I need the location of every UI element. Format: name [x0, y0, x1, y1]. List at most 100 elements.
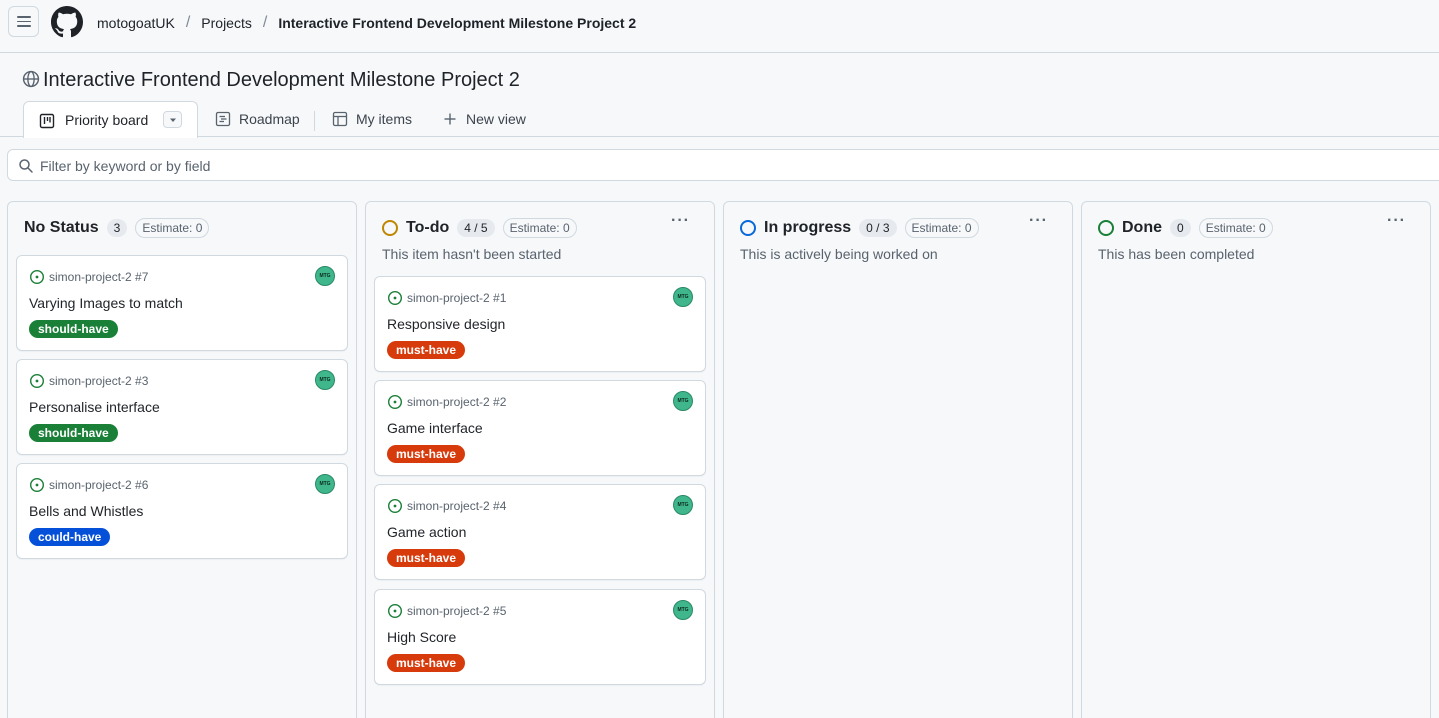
- table-icon: [332, 111, 348, 127]
- item-count-badge: 4 / 5: [457, 219, 495, 237]
- column-header: To-do 4 / 5 Estimate: 0: [382, 218, 577, 238]
- tab-new-view[interactable]: New view: [442, 111, 526, 127]
- column-description: This is actively being worked on: [740, 246, 938, 262]
- issue-title[interactable]: Bells and Whistles: [29, 503, 143, 519]
- globe-icon: [22, 70, 40, 88]
- issue-title[interactable]: Varying Images to match: [29, 295, 183, 311]
- breadcrumb-owner[interactable]: motogoatUK: [97, 15, 175, 31]
- column-in-progress: In progress 0 / 3 Estimate: 0 ··· This i…: [723, 201, 1073, 718]
- column-header: In progress 0 / 3 Estimate: 0: [740, 218, 979, 238]
- issue-card[interactable]: simon-project-2 #6 Bells and Whistles MT…: [16, 463, 348, 559]
- tab-divider: [314, 111, 315, 131]
- plus-icon: [444, 113, 456, 125]
- column-no-status: No Status 3 Estimate: 0 simon-project-2 …: [7, 201, 357, 718]
- label-must-have[interactable]: must-have: [387, 341, 466, 359]
- estimate-badge: Estimate: 0: [502, 218, 577, 238]
- issue-card[interactable]: simon-project-2 #7 Varying Images to mat…: [16, 255, 348, 351]
- issue-card[interactable]: simon-project-2 #5 High Score MTG must-h…: [374, 589, 706, 685]
- tab-my-items[interactable]: My items: [332, 111, 412, 127]
- breadcrumb-projects[interactable]: Projects: [201, 15, 252, 31]
- roadmap-icon: [215, 111, 231, 127]
- kebab-horizontal-icon: ···: [671, 212, 690, 229]
- hamburger-icon: [16, 16, 31, 18]
- avatar[interactable]: MTG: [673, 495, 693, 515]
- issue-card[interactable]: simon-project-2 #4 Game action MTG must-…: [374, 484, 706, 580]
- issue-open-icon: [387, 394, 403, 410]
- avatar[interactable]: MTG: [315, 266, 335, 286]
- label-should-have[interactable]: should-have: [29, 424, 118, 442]
- column-menu-button[interactable]: ···: [1387, 212, 1406, 230]
- tab-new-view-label: New view: [466, 111, 526, 127]
- status-circle-icon: [382, 220, 398, 236]
- github-logo-icon[interactable]: [51, 6, 83, 38]
- item-count-badge: 0 / 3: [859, 219, 897, 237]
- column-description: This has been completed: [1098, 246, 1255, 262]
- tab-roadmap[interactable]: Roadmap: [215, 111, 300, 127]
- estimate-badge: Estimate: 0: [904, 218, 979, 238]
- column-menu-button[interactable]: ···: [671, 212, 690, 230]
- filter-input[interactable]: [40, 156, 640, 176]
- label-must-have[interactable]: must-have: [387, 654, 466, 672]
- avatar[interactable]: MTG: [315, 474, 335, 494]
- column-menu-button[interactable]: ···: [1029, 212, 1048, 230]
- view-options-button[interactable]: [163, 111, 182, 128]
- search-icon: [19, 159, 33, 173]
- issue-reference[interactable]: simon-project-2 #4: [407, 499, 506, 513]
- issue-card[interactable]: simon-project-2 #3 Personalise interface…: [16, 359, 348, 455]
- estimate-badge: Estimate: 0: [1198, 218, 1273, 238]
- board-icon: [39, 113, 55, 129]
- label-could-have[interactable]: could-have: [29, 528, 111, 546]
- filter-bar: [7, 149, 1439, 181]
- triangle-down-icon: [169, 118, 176, 122]
- kebab-horizontal-icon: ···: [1387, 212, 1406, 229]
- column-done: Done 0 Estimate: 0 ··· This has been com…: [1081, 201, 1431, 718]
- column-title: To-do: [406, 219, 450, 236]
- issue-title[interactable]: Responsive design: [387, 316, 505, 332]
- issue-title[interactable]: Game interface: [387, 420, 483, 436]
- avatar[interactable]: MTG: [673, 287, 693, 307]
- tab-roadmap-label: Roadmap: [239, 111, 300, 127]
- issue-title[interactable]: Game action: [387, 524, 466, 540]
- item-count-badge: 3: [106, 219, 128, 237]
- issue-open-icon: [29, 269, 45, 285]
- menu-button[interactable]: [8, 6, 39, 37]
- status-circle-icon: [740, 220, 756, 236]
- page-title: Interactive Frontend Development Milesto…: [43, 69, 520, 91]
- issue-reference[interactable]: simon-project-2 #6: [49, 478, 148, 492]
- issue-reference[interactable]: simon-project-2 #1: [407, 291, 506, 305]
- label-must-have[interactable]: must-have: [387, 549, 466, 567]
- column-to-do: To-do 4 / 5 Estimate: 0 ··· This item ha…: [365, 201, 715, 718]
- issue-open-icon: [387, 603, 403, 619]
- issue-reference[interactable]: simon-project-2 #3: [49, 374, 148, 388]
- status-circle-icon: [1098, 220, 1114, 236]
- issue-reference[interactable]: simon-project-2 #7: [49, 270, 148, 284]
- issue-card[interactable]: simon-project-2 #2 Game interface MTG mu…: [374, 380, 706, 476]
- column-title: Done: [1122, 219, 1162, 236]
- global-header: motogoatUK / Projects / Interactive Fron…: [0, 0, 1439, 53]
- item-count-badge: 0: [1170, 219, 1191, 237]
- estimate-badge: Estimate: 0: [135, 218, 210, 238]
- issue-card[interactable]: simon-project-2 #1 Responsive design MTG…: [374, 276, 706, 372]
- column-title: No Status: [24, 219, 99, 236]
- issue-title[interactable]: High Score: [387, 629, 456, 645]
- project-header: Interactive Frontend Development Milesto…: [0, 53, 1439, 138]
- issue-title[interactable]: Personalise interface: [29, 399, 160, 415]
- avatar[interactable]: MTG: [673, 391, 693, 411]
- column-header: Done 0 Estimate: 0: [1098, 218, 1273, 238]
- column-title: In progress: [764, 219, 852, 236]
- label-must-have[interactable]: must-have: [387, 445, 466, 463]
- breadcrumb: motogoatUK / Projects / Interactive Fron…: [97, 14, 637, 31]
- issue-open-icon: [387, 290, 403, 306]
- tab-priority-board[interactable]: Priority board: [23, 101, 198, 138]
- column-header: No Status 3 Estimate: 0: [24, 218, 210, 238]
- issue-open-icon: [387, 498, 403, 514]
- kebab-horizontal-icon: ···: [1029, 212, 1048, 229]
- issue-reference[interactable]: simon-project-2 #2: [407, 395, 506, 409]
- avatar[interactable]: MTG: [673, 600, 693, 620]
- tab-priority-board-label: Priority board: [65, 112, 149, 128]
- avatar[interactable]: MTG: [315, 370, 335, 390]
- issue-reference[interactable]: simon-project-2 #5: [407, 604, 506, 618]
- label-should-have[interactable]: should-have: [29, 320, 118, 338]
- issue-open-icon: [29, 373, 45, 389]
- breadcrumb-project[interactable]: Interactive Frontend Development Milesto…: [278, 15, 636, 31]
